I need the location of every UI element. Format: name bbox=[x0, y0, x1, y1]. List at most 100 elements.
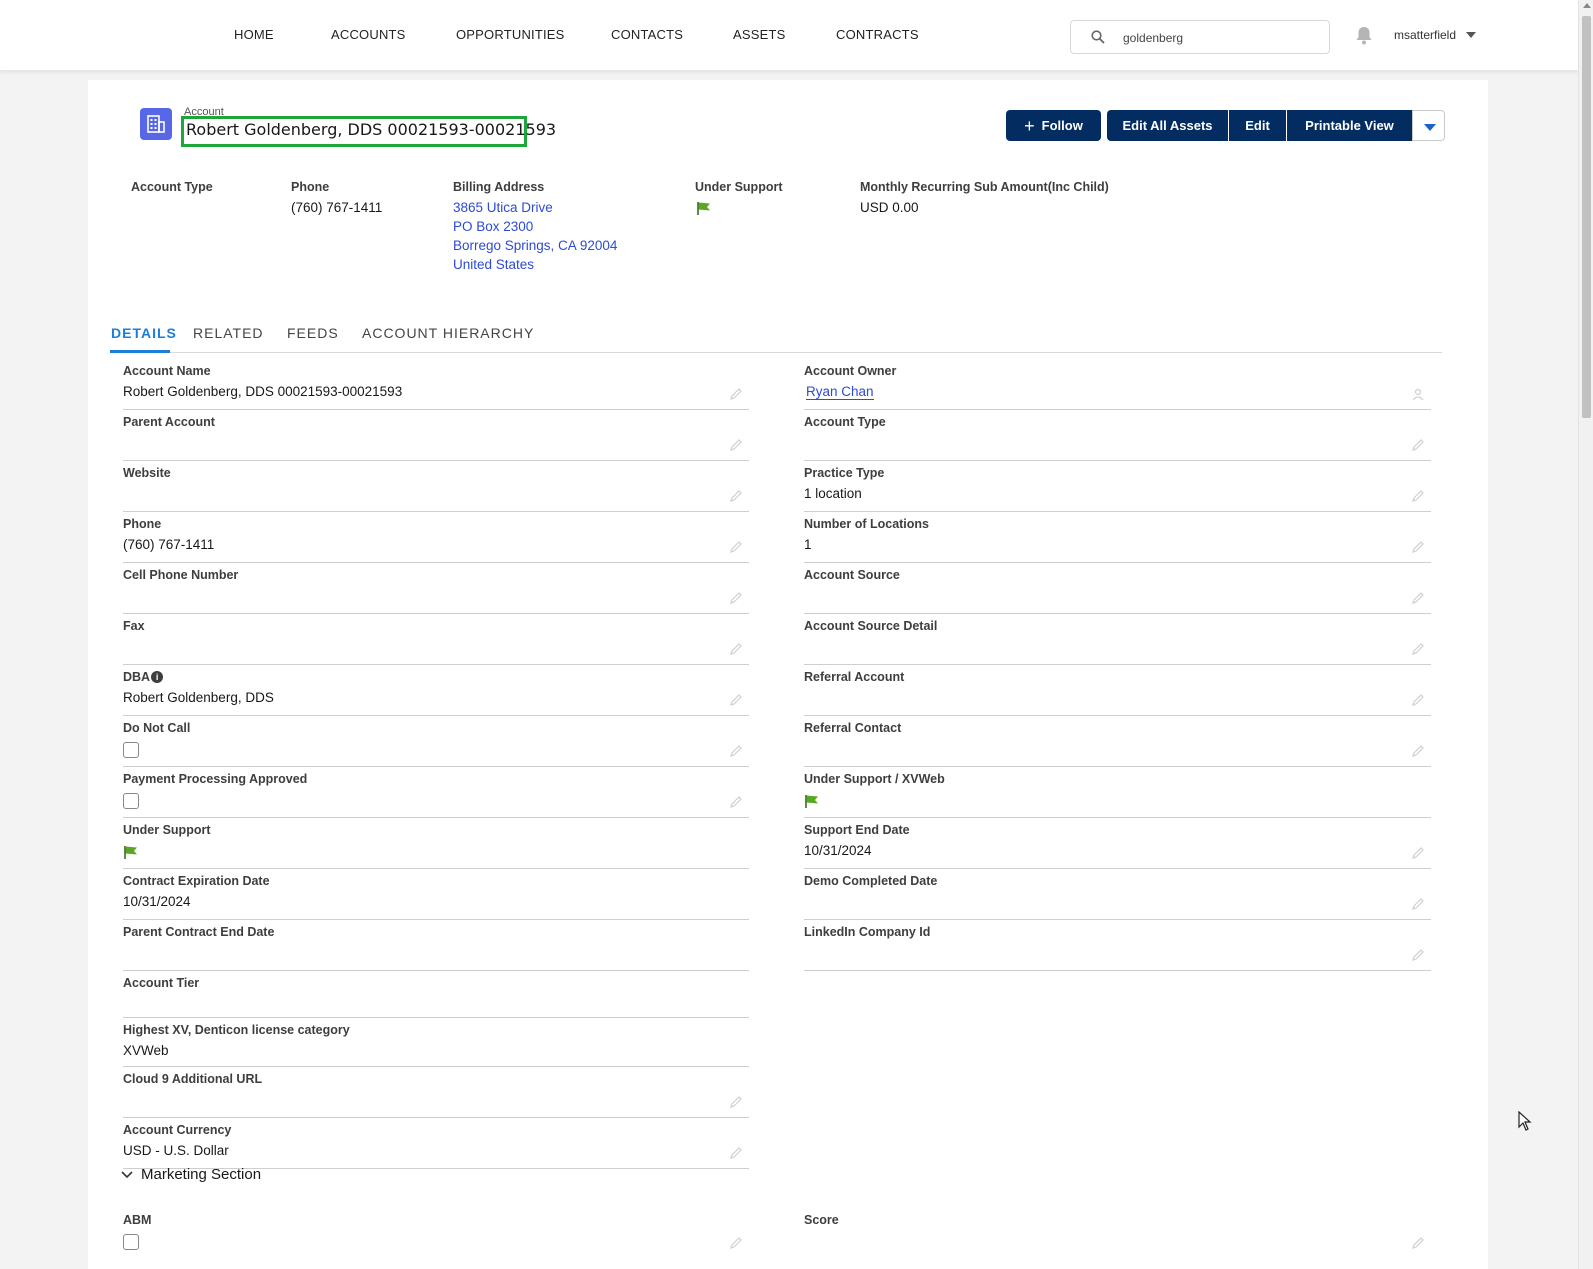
pencil-icon[interactable] bbox=[1411, 744, 1425, 758]
field-abm: ABM bbox=[123, 1208, 749, 1259]
tab-divider bbox=[110, 352, 1442, 353]
field-label: Account Source bbox=[804, 568, 900, 582]
field-parent-account: Parent Account bbox=[123, 410, 749, 461]
pencil-icon[interactable] bbox=[1411, 438, 1425, 452]
edit-all-assets-button[interactable]: Edit All Assets bbox=[1107, 110, 1228, 141]
field-account-source: Account Source bbox=[804, 563, 1431, 614]
marketing-section-title: Marketing Section bbox=[141, 1166, 262, 1183]
pencil-icon[interactable] bbox=[1411, 540, 1425, 554]
field-value: 1 location bbox=[804, 486, 862, 501]
tab-account-hierarchy[interactable]: ACCOUNT HIERARCHY bbox=[362, 325, 534, 341]
field-label: ABM bbox=[123, 1213, 152, 1227]
change-owner-icon[interactable] bbox=[1411, 387, 1425, 401]
field-label: Account Currency bbox=[123, 1123, 232, 1137]
active-tab-indicator bbox=[110, 350, 170, 353]
field-fax: Fax bbox=[123, 614, 749, 665]
field-account-currency: Account Currency USD - U.S. Dollar bbox=[123, 1118, 749, 1169]
field-account-owner: Account Owner Ryan Chan bbox=[804, 359, 1431, 410]
field-label: Payment Processing Approved bbox=[123, 772, 308, 786]
pencil-icon[interactable] bbox=[1411, 948, 1425, 962]
nav-contracts[interactable]: CONTRACTS bbox=[836, 27, 919, 42]
record-title: Robert Goldenberg, DDS 00021593-00021593 bbox=[186, 120, 557, 139]
pencil-icon[interactable] bbox=[729, 744, 743, 758]
marketing-section-toggle[interactable]: Marketing Section bbox=[121, 1166, 261, 1183]
scroll-up-arrow-icon[interactable] bbox=[1583, 3, 1591, 8]
pencil-icon[interactable] bbox=[729, 489, 743, 503]
highlight-mrr-label: Monthly Recurring Sub Amount(Inc Child) bbox=[860, 180, 1109, 194]
highlight-phone-label: Phone bbox=[291, 180, 330, 194]
field-account-tier: Account Tier bbox=[123, 971, 749, 1018]
more-actions-button[interactable] bbox=[1412, 110, 1445, 141]
billing-address-line[interactable]: Borrego Springs, CA 92004 bbox=[453, 238, 617, 253]
pencil-icon[interactable] bbox=[729, 438, 743, 452]
record-page: Account Robert Goldenberg, DDS 00021593-… bbox=[88, 80, 1488, 1269]
field-label: Account Type bbox=[804, 415, 886, 429]
highlight-under-support-label: Under Support bbox=[695, 180, 783, 194]
tab-related[interactable]: RELATED bbox=[193, 325, 264, 341]
billing-address-line[interactable]: United States bbox=[453, 257, 534, 272]
field-label: Account Name bbox=[123, 364, 211, 378]
pencil-icon[interactable] bbox=[729, 795, 743, 809]
field-label: Account Source Detail bbox=[804, 619, 938, 633]
pencil-icon[interactable] bbox=[729, 540, 743, 554]
pencil-icon[interactable] bbox=[1411, 846, 1425, 860]
abm-checkbox[interactable] bbox=[123, 1234, 139, 1250]
chevron-down-icon[interactable] bbox=[1466, 32, 1476, 38]
edit-button[interactable]: Edit bbox=[1229, 110, 1286, 141]
pencil-icon[interactable] bbox=[729, 693, 743, 707]
page-scrollbar[interactable] bbox=[1578, 0, 1593, 1269]
printable-view-button[interactable]: Printable View bbox=[1287, 110, 1412, 141]
nav-accounts[interactable]: ACCOUNTS bbox=[331, 27, 406, 42]
pencil-icon[interactable] bbox=[1411, 1236, 1425, 1250]
highlight-billing-label: Billing Address bbox=[453, 180, 545, 194]
follow-label: Follow bbox=[1041, 118, 1083, 133]
pencil-icon[interactable] bbox=[1411, 693, 1425, 707]
field-label: Cloud 9 Additional URL bbox=[123, 1072, 263, 1086]
field-label: Referral Contact bbox=[804, 721, 902, 735]
green-flag-icon bbox=[805, 795, 818, 808]
field-label: Parent Contract End Date bbox=[123, 925, 275, 939]
tab-details[interactable]: DETAILS bbox=[111, 325, 177, 341]
field-referral-contact: Referral Contact bbox=[804, 716, 1431, 767]
pencil-icon[interactable] bbox=[729, 387, 743, 401]
field-value: Robert Goldenberg, DDS 00021593-00021593 bbox=[123, 384, 403, 399]
field-value[interactable]: (760) 767-1411 bbox=[123, 537, 214, 552]
highlight-account-type-label: Account Type bbox=[131, 180, 213, 194]
follow-button[interactable]: + Follow bbox=[1006, 110, 1101, 141]
nav-assets[interactable]: ASSETS bbox=[733, 27, 786, 42]
tab-feeds[interactable]: FEEDS bbox=[287, 325, 339, 341]
field-label: Do Not Call bbox=[123, 721, 191, 735]
pencil-icon[interactable] bbox=[729, 1095, 743, 1109]
billing-address-line[interactable]: 3865 Utica Drive bbox=[453, 200, 553, 215]
pencil-icon[interactable] bbox=[1411, 591, 1425, 605]
field-value: 10/31/2024 bbox=[804, 843, 872, 858]
search-input[interactable] bbox=[1123, 29, 1313, 47]
pencil-icon[interactable] bbox=[729, 642, 743, 656]
nav-opportunities[interactable]: OPPORTUNITIES bbox=[456, 27, 565, 42]
billing-address-line[interactable]: PO Box 2300 bbox=[453, 219, 533, 234]
field-label: Referral Account bbox=[804, 670, 905, 684]
scrollbar-thumb[interactable] bbox=[1582, 16, 1591, 418]
pencil-icon[interactable] bbox=[729, 1146, 743, 1160]
field-do-not-call: Do Not Call bbox=[123, 716, 749, 767]
pencil-icon[interactable] bbox=[1411, 897, 1425, 911]
pencil-icon[interactable] bbox=[1411, 642, 1425, 656]
pencil-icon[interactable] bbox=[1411, 489, 1425, 503]
field-contract-expiration-date: Contract Expiration Date 10/31/2024 bbox=[123, 869, 749, 920]
notification-bell-icon[interactable] bbox=[1355, 26, 1373, 45]
user-menu[interactable]: msatterfield bbox=[1394, 28, 1456, 42]
info-icon[interactable]: i bbox=[151, 671, 164, 683]
pencil-icon[interactable] bbox=[729, 1236, 743, 1250]
account-owner-link[interactable]: Ryan Chan bbox=[806, 384, 874, 400]
global-search[interactable] bbox=[1070, 20, 1330, 54]
payment-processing-checkbox[interactable] bbox=[123, 793, 139, 809]
field-under-support: Under Support bbox=[123, 818, 749, 869]
field-practice-type: Practice Type 1 location bbox=[804, 461, 1431, 512]
nav-home[interactable]: HOME bbox=[234, 27, 274, 42]
field-website: Website bbox=[123, 461, 749, 512]
highlight-phone-value[interactable]: (760) 767-1411 bbox=[291, 200, 382, 215]
field-account-name: Account Name Robert Goldenberg, DDS 0002… bbox=[123, 359, 749, 410]
do-not-call-checkbox[interactable] bbox=[123, 742, 139, 758]
nav-contacts[interactable]: CONTACTS bbox=[611, 27, 683, 42]
pencil-icon[interactable] bbox=[729, 591, 743, 605]
